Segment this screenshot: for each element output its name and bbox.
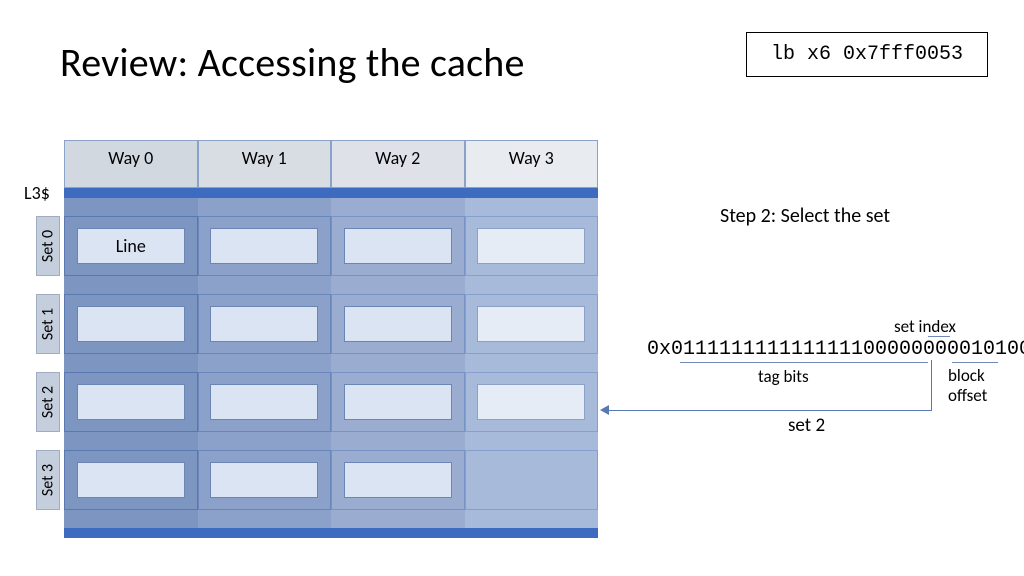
- connector-vertical: [931, 360, 932, 410]
- line-box: [77, 306, 185, 342]
- line-box: [210, 384, 318, 420]
- gap-row: [64, 198, 598, 216]
- set-2-row: Set 2: [64, 372, 598, 432]
- line-box: [344, 462, 452, 498]
- set-1-row: Set 1: [64, 294, 598, 354]
- line-box: [77, 384, 185, 420]
- way-1-header: Way 1: [198, 140, 332, 188]
- line-box: [477, 384, 585, 420]
- gap-row: [64, 354, 598, 372]
- slide: Review: Accessing the cache lb x6 0x7fff…: [0, 0, 1024, 576]
- line-box: [477, 228, 585, 264]
- set-0-label: Set 0: [36, 216, 60, 276]
- set-index-underline: [928, 336, 950, 337]
- gap-row: [64, 276, 598, 294]
- line-box: [344, 228, 452, 264]
- l3-label: L3$: [24, 182, 50, 204]
- connector-arrowhead-icon: [600, 405, 609, 415]
- line-box-empty: [478, 463, 584, 497]
- line-box: [210, 462, 318, 498]
- way-header-row: Way 0 Way 1 Way 2 Way 3: [64, 140, 598, 188]
- tag-underline: [680, 362, 928, 363]
- page-title: Review: Accessing the cache: [60, 38, 525, 87]
- set-0-row: Set 0 Line: [64, 216, 598, 276]
- way-2-header: Way 2: [331, 140, 465, 188]
- line-label: Line: [77, 228, 185, 264]
- connector-horizontal: [607, 410, 932, 411]
- gap-row: [64, 432, 598, 450]
- block-offset-label: block offset: [948, 366, 987, 405]
- line-box: [210, 306, 318, 342]
- gap-row: [64, 510, 598, 528]
- binary-address: 0x01111111111111110000000001010011: [647, 338, 1024, 361]
- selected-set-label: set 2: [788, 414, 825, 437]
- set-1-label: Set 1: [36, 294, 60, 354]
- instruction-box: lb x6 0x7fff0053: [746, 32, 988, 77]
- way-0-header: Way 0: [64, 140, 198, 188]
- line-box: [210, 228, 318, 264]
- line-box: [477, 306, 585, 342]
- line-box: [77, 462, 185, 498]
- sets-area: Set 0 Line Set 1 Set 2: [64, 188, 598, 538]
- line-box: [344, 384, 452, 420]
- set-3-label: Set 3: [36, 450, 60, 510]
- line-box: [344, 306, 452, 342]
- step-label: Step 2: Select the set: [720, 204, 890, 228]
- way-3-header: Way 3: [465, 140, 599, 188]
- set-2-label: Set 2: [36, 372, 60, 432]
- tag-bits-label: tag bits: [758, 366, 809, 387]
- cache-diagram: Way 0 Way 1 Way 2 Way 3 Set 0 Line Set 1: [64, 140, 598, 538]
- set-index-label: set index: [894, 316, 956, 337]
- set-3-row: Set 3: [64, 450, 598, 510]
- block-offset-underline: [952, 362, 998, 363]
